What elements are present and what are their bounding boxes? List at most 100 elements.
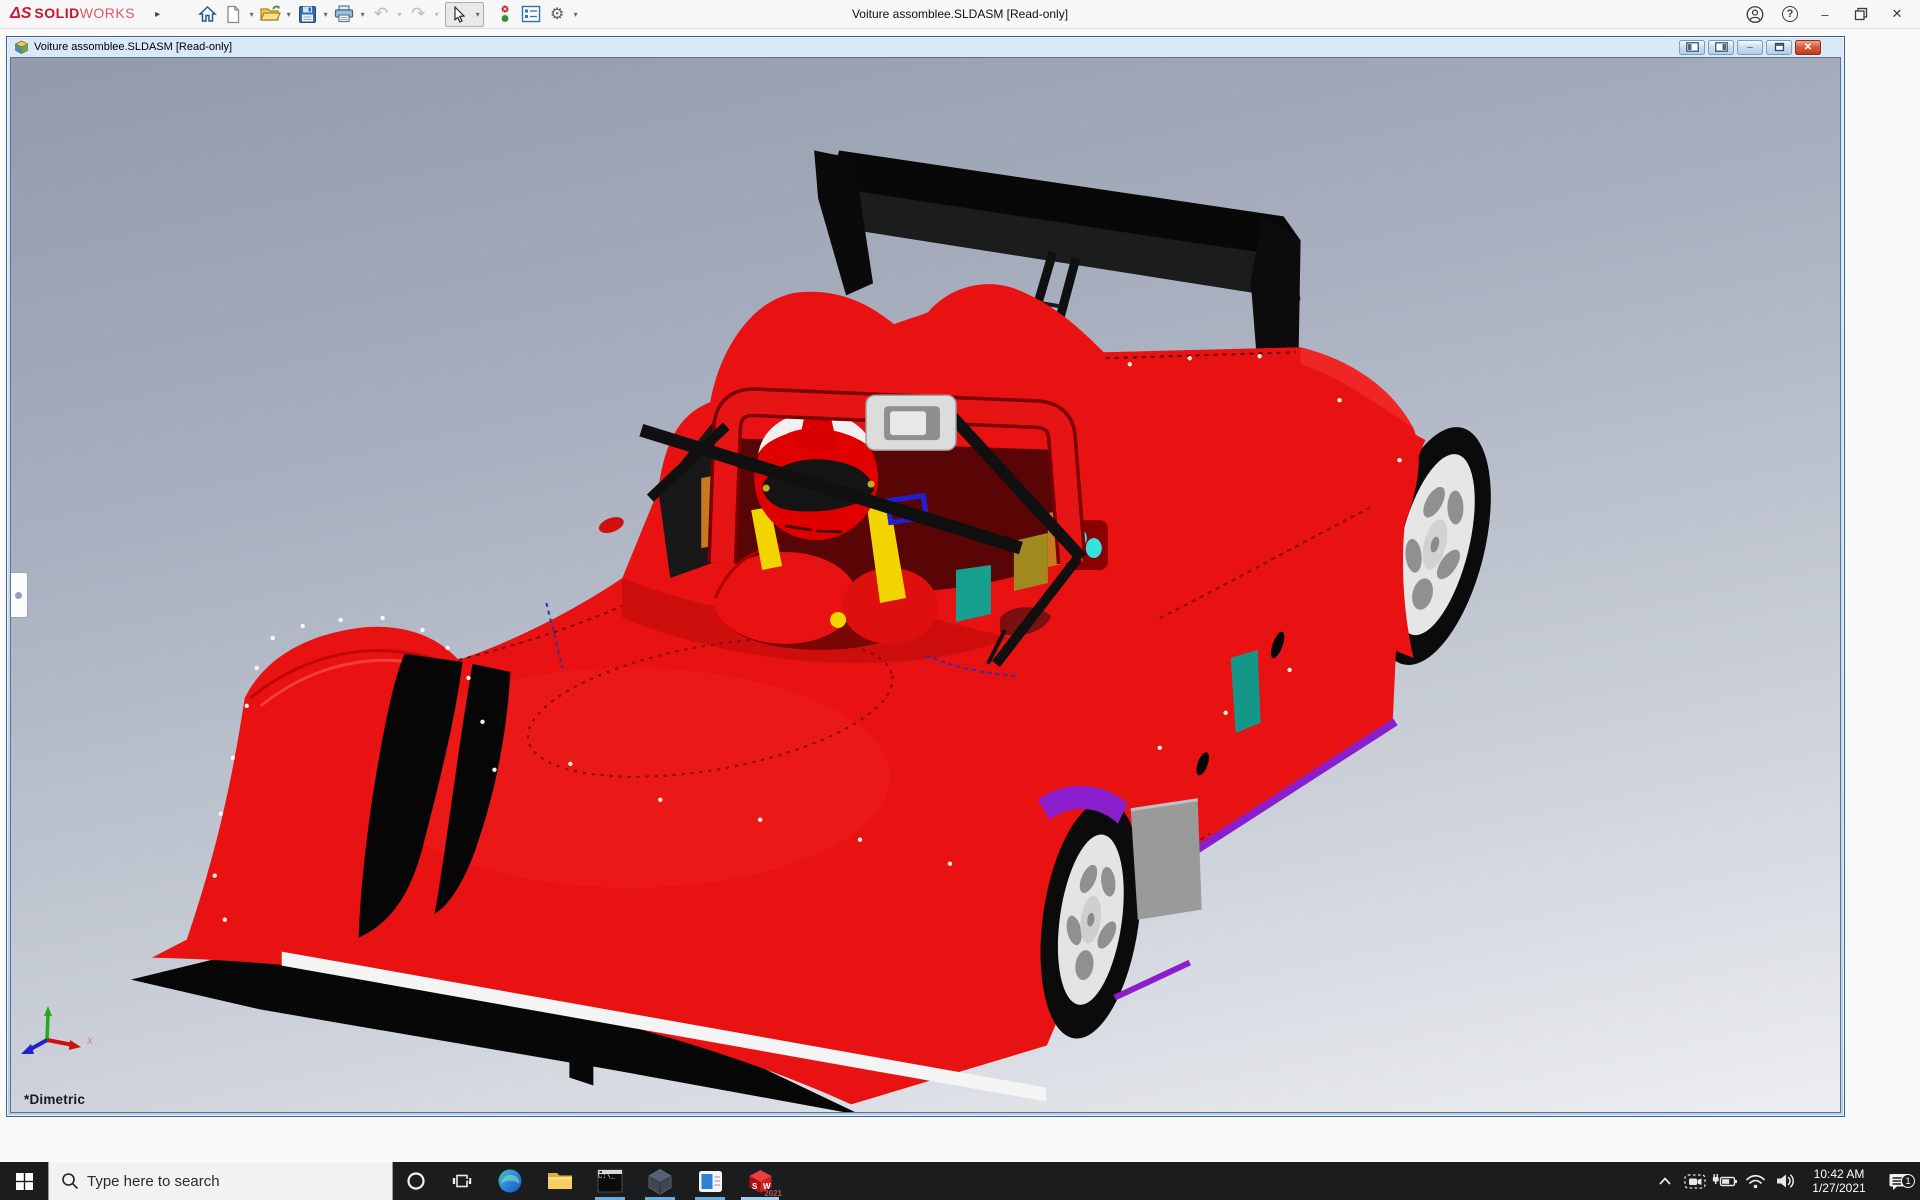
meet-now-icon — [1684, 1171, 1706, 1191]
options-button[interactable]: ⚙ — [544, 2, 570, 26]
start-button[interactable] — [0, 1162, 48, 1200]
select-dropdown-caret[interactable]: ▾ — [472, 10, 483, 19]
flyout-arrow-icon[interactable]: ▸ — [155, 9, 160, 20]
print-icon — [334, 5, 354, 23]
pane-handle-dot — [15, 592, 22, 599]
triad-x-label: x — [86, 1033, 94, 1047]
save-icon — [298, 5, 317, 24]
redo-button[interactable]: ↷ — [405, 2, 431, 26]
restore-doc-icon — [1774, 42, 1785, 52]
cortana-button[interactable] — [393, 1162, 439, 1200]
hexagon-app-icon — [647, 1168, 673, 1195]
wifi-icon — [1745, 1173, 1766, 1190]
blue-window-app-icon — [698, 1169, 723, 1194]
file-explorer-icon — [547, 1170, 573, 1192]
home-icon — [198, 5, 217, 23]
tile-right-button[interactable] — [1708, 40, 1734, 55]
save-button[interactable] — [294, 2, 320, 26]
triad-z-axis — [21, 1044, 34, 1054]
feature-pane-handle[interactable] — [11, 572, 28, 618]
save-dropdown-caret[interactable]: ▾ — [320, 10, 331, 19]
action-center-button[interactable]: 1 — [1878, 1171, 1920, 1192]
taskbar: C:\_ S — [0, 1162, 1920, 1200]
print-dropdown-caret[interactable]: ▾ — [357, 10, 368, 19]
user-account-icon — [1746, 5, 1764, 24]
property-form-button[interactable] — [518, 2, 544, 26]
open-dropdown-caret[interactable]: ▾ — [283, 10, 294, 19]
restore-app-button[interactable] — [1852, 5, 1870, 23]
taskbar-spacer — [785, 1162, 1650, 1200]
meet-now-button[interactable] — [1680, 1171, 1710, 1191]
cmd-prompt-text: C:\_ — [598, 1173, 615, 1181]
svg-text:S: S — [752, 1182, 758, 1191]
undo-dropdown-caret[interactable]: ▾ — [394, 10, 405, 19]
undo-button[interactable]: ↶ — [368, 2, 394, 26]
redo-dropdown-caret[interactable]: ▾ — [431, 10, 442, 19]
taskbar-app-hexagon[interactable] — [635, 1162, 685, 1200]
assembly-document-icon — [14, 40, 29, 55]
clock-time: 10:42 AM — [1804, 1167, 1874, 1181]
app-window-controls: ? – ✕ — [1737, 5, 1906, 23]
taskbar-app-cmd[interactable]: C:\_ — [585, 1162, 635, 1200]
battery-charging-icon — [1712, 1172, 1738, 1190]
tile-left-button[interactable] — [1679, 40, 1705, 55]
brand-text-light: WORKS — [80, 5, 135, 21]
notification-badge: 1 — [1901, 1174, 1915, 1188]
taskbar-app-explorer[interactable] — [535, 1162, 585, 1200]
restore-icon — [1854, 7, 1868, 21]
select-tool-group: ▾ — [445, 2, 484, 27]
taskbar-app-solidworks[interactable]: S W 2021 — [735, 1162, 785, 1200]
open-button[interactable] — [257, 2, 283, 26]
document-window: Voiture assomblee.SLDASM [Read-only] — [6, 36, 1845, 1117]
search-icon — [61, 1172, 79, 1190]
pane-right-icon — [1715, 42, 1728, 52]
clock-date: 1/27/2021 — [1804, 1181, 1874, 1195]
document-window-controls: – ✕ — [1679, 40, 1821, 55]
3d-viewport[interactable]: x *Dimetric — [10, 57, 1841, 1113]
battery-status[interactable] — [1710, 1172, 1740, 1190]
speaker-icon — [1775, 1172, 1796, 1190]
close-doc-button[interactable]: ✕ — [1795, 40, 1821, 55]
orientation-triad: x — [17, 1004, 103, 1076]
volume-status[interactable] — [1770, 1172, 1800, 1190]
windows-start-icon — [16, 1173, 33, 1190]
close-app-button[interactable]: ✕ — [1888, 5, 1906, 23]
select-cursor-icon — [452, 6, 467, 23]
chevron-up-icon — [1657, 1175, 1673, 1187]
form-list-icon — [521, 5, 541, 23]
account-button[interactable] — [1746, 5, 1764, 23]
new-document-button[interactable] — [220, 2, 246, 26]
selection-status-button[interactable] — [492, 2, 518, 26]
taskbar-search[interactable] — [48, 1162, 393, 1200]
home-button[interactable] — [194, 2, 220, 26]
search-input[interactable] — [87, 1173, 337, 1190]
wifi-status[interactable] — [1740, 1173, 1770, 1190]
new-document-icon — [225, 5, 241, 24]
view-orientation-label: *Dimetric — [24, 1092, 85, 1107]
select-tool-button[interactable] — [446, 2, 472, 26]
taskbar-app-edge[interactable] — [485, 1162, 535, 1200]
app-titlebar: ΔS SOLID WORKS ▸ ▾ — [0, 0, 1920, 29]
restore-doc-button[interactable] — [1766, 40, 1792, 55]
tray-overflow-button[interactable] — [1650, 1175, 1680, 1187]
pane-left-icon — [1686, 42, 1699, 52]
taskbar-app-blue-window[interactable] — [685, 1162, 735, 1200]
rearview-mirror — [866, 395, 956, 450]
cyan-light — [1086, 538, 1102, 558]
print-button[interactable] — [331, 2, 357, 26]
new-dropdown-caret[interactable]: ▾ — [246, 10, 257, 19]
gray-panel — [1131, 800, 1202, 920]
cortana-icon — [406, 1171, 426, 1191]
screen: ΔS SOLID WORKS ▸ ▾ — [0, 0, 1920, 1200]
task-view-icon — [452, 1171, 472, 1191]
document-titlebar[interactable]: Voiture assomblee.SLDASM [Read-only] — [10, 37, 1841, 57]
taskbar-clock[interactable]: 10:42 AM 1/27/2021 — [1804, 1167, 1874, 1195]
task-view-button[interactable] — [439, 1162, 485, 1200]
options-dropdown-caret[interactable]: ▾ — [570, 10, 581, 19]
minimize-doc-button[interactable]: – — [1737, 40, 1763, 55]
system-tray: 10:42 AM 1/27/2021 1 — [1650, 1162, 1920, 1200]
minimize-app-button[interactable]: – — [1816, 5, 1834, 23]
brand-text-bold: SOLID — [34, 5, 79, 21]
solidworks-logo: ΔS SOLID WORKS — [10, 5, 135, 23]
help-button[interactable]: ? — [1782, 6, 1798, 22]
